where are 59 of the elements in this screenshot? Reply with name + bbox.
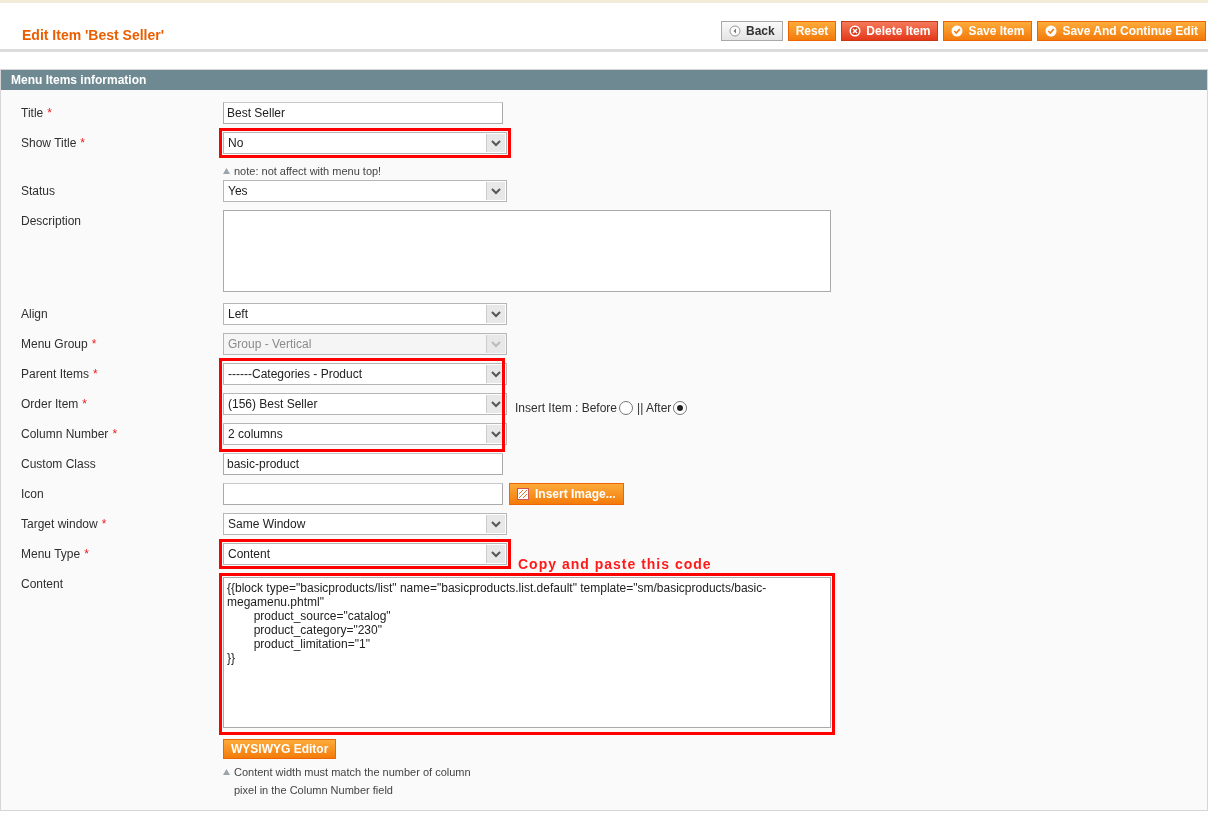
select-field[interactable]: Left [223,303,507,325]
field-label: Order Item [21,397,79,411]
required-marker: * [91,337,97,351]
field-label: Menu Group [21,337,88,351]
image-icon [517,488,529,500]
required-marker: * [112,427,118,441]
field-note: Content width must match the number of column pixel in the Column Number field [234,765,472,798]
select-field[interactable]: 2 columns [223,423,507,445]
select-field[interactable]: Content [223,543,507,565]
select-field[interactable]: Yes [223,180,507,202]
field-label: Content [21,577,64,591]
radio-button[interactable] [673,401,688,415]
field-label: Target window [21,517,98,531]
field-label: Title [21,106,44,120]
radio-button[interactable] [619,401,634,415]
chevron-down-icon [486,335,505,353]
chevron-down-icon [486,545,505,563]
action-button[interactable]: Delete Item [841,21,939,41]
chevron-down-icon [486,134,505,152]
select-field[interactable]: Same Window [223,513,507,535]
checkmark-icon [1045,25,1058,37]
text-field[interactable]: basic-product [223,453,503,475]
field-label: Icon [21,487,44,501]
icon-field[interactable] [223,483,503,505]
radio-label: || After [637,401,672,415]
section-header: Menu Items information [1,70,1207,90]
required-marker: * [47,106,52,120]
required-marker: * [84,547,89,561]
select-field[interactable]: (156) Best Seller [223,393,507,415]
select-field[interactable]: ------Categories - Product [223,363,507,385]
select-field[interactable]: No [223,132,507,154]
action-button[interactable]: Back [721,21,783,41]
radio-label: Insert Item : Before [515,401,618,415]
triangle-icon [223,168,230,174]
required-marker: * [82,397,88,411]
field-label: Description [21,214,82,228]
required-marker: * [80,136,86,150]
field-label: Show Title [21,136,77,150]
field-label: Parent Items [21,367,90,381]
field-label: Menu Type [21,547,81,561]
chevron-down-icon [486,515,505,533]
field-label: Status [21,184,56,198]
required-marker: * [101,517,107,531]
description-field[interactable] [223,210,831,292]
field-label: Column Number [21,427,109,441]
field-note: note: not affect with menu top! [234,164,382,179]
content-code-field[interactable]: {{block type="basicproducts/list" name="basicproducts.list.default" template="sm/basicproducts/basic-megamenu.phtml" product_source="catalog" product_category="230" product_limitation="1" }} [223,577,831,728]
required-marker: * [93,367,98,381]
field-label: Align [21,307,48,321]
close-icon [849,25,862,37]
field-label: Custom Class [21,457,96,471]
checkmark-icon [951,25,964,37]
text-field[interactable]: Best Seller [223,102,503,124]
triangle-icon [223,769,230,775]
back-icon [729,25,741,37]
annotation-text: Copy and paste this code [518,556,712,572]
page-title: Edit Item 'Best Seller' [22,27,165,43]
chevron-down-icon [486,305,505,323]
chevron-down-icon [486,182,505,200]
